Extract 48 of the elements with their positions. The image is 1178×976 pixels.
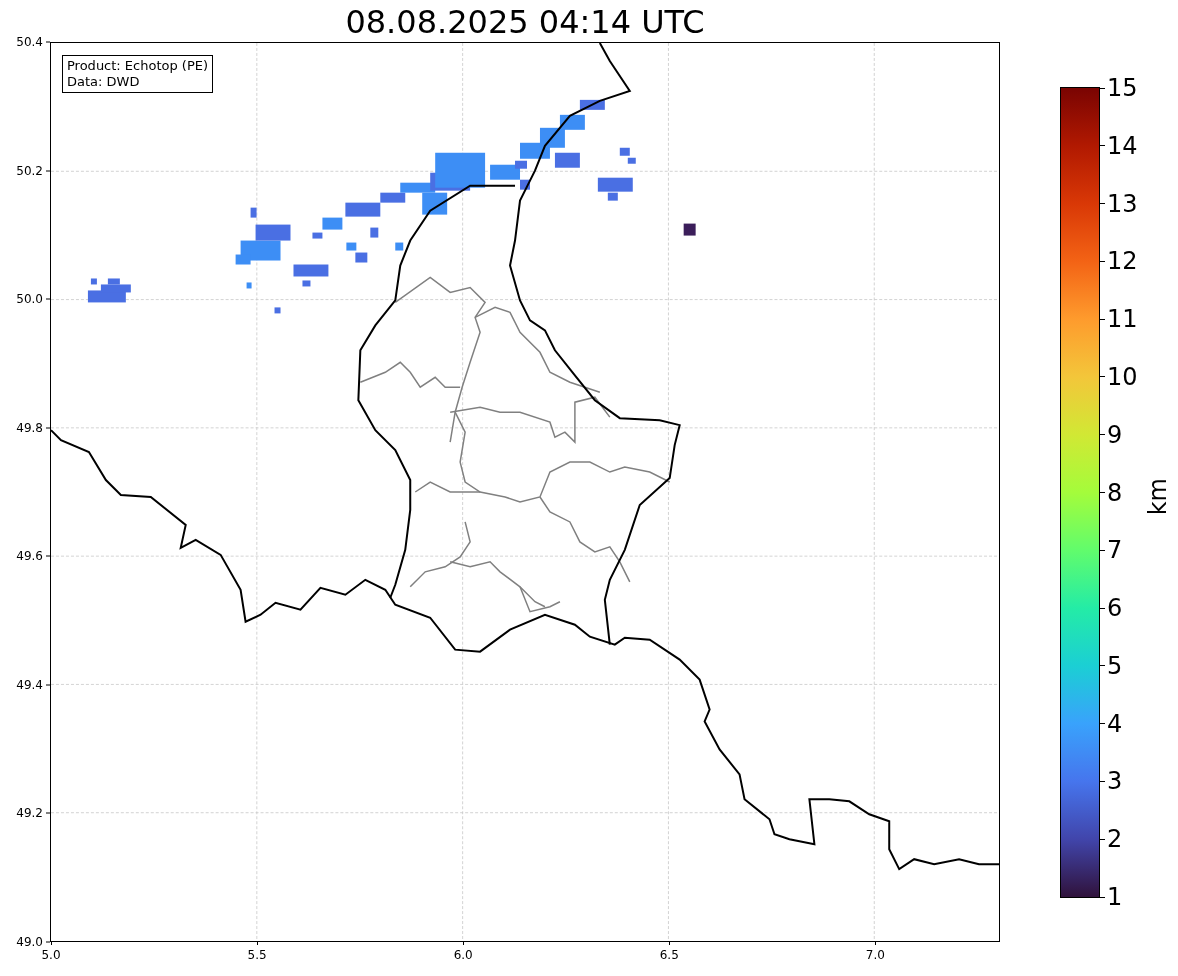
colorbar-tick-mark [1100, 780, 1105, 782]
colorbar-tick-mark [1100, 318, 1105, 320]
colorbar-tick-label: 10 [1107, 363, 1138, 390]
colorbar-tick-mark [1100, 896, 1105, 898]
colorbar-tick-label: 15 [1107, 75, 1138, 101]
colorbar-tick-label: 13 [1107, 190, 1138, 217]
y-tick-label: 50.2 [16, 163, 43, 178]
legend-text: Product: Echotop (PE) [67, 58, 209, 74]
colorbar-tick-mark [1100, 434, 1105, 436]
colorbar-tick-label: 5 [1107, 652, 1123, 679]
y-tick-label: 49.8 [16, 420, 43, 435]
radar-echo-pixel [683, 223, 696, 236]
colorbar-tick-label: 1 [1107, 884, 1123, 910]
colorbar-tick-mark [1100, 549, 1105, 551]
colorbar-tick-mark [1100, 723, 1105, 725]
colorbar-tick-label: 14 [1107, 132, 1138, 159]
colorbar-tick-label: 12 [1107, 248, 1138, 275]
y-tick-label: 50.4 [16, 35, 43, 49]
colorbar-tick-label: 8 [1107, 479, 1123, 506]
colorbar-tick-mark [1100, 838, 1105, 840]
x-tick-label: 5.5 [247, 948, 267, 962]
y-tick-label: 49.6 [16, 549, 43, 564]
colorbar-tick-mark [1100, 607, 1105, 609]
chart-title: 08.08.2025 04:14 UTC [345, 2, 705, 42]
colorbar-tick-mark [1100, 87, 1105, 89]
colorbar-tick-label: 6 [1107, 595, 1123, 622]
colorbar-tick-mark [1100, 260, 1105, 262]
y-tick-label: 49.2 [16, 806, 43, 821]
colorbar-tick-label: 11 [1107, 306, 1138, 333]
x-tick-label: 7.0 [865, 948, 885, 962]
y-tick-label: 50.0 [16, 292, 43, 307]
colorbar-tick-mark [1100, 145, 1105, 147]
x-tick-label: 6.0 [453, 948, 473, 962]
colorbar-tick-mark [1100, 665, 1105, 667]
x-tick-label: 6.5 [659, 948, 679, 962]
colorbar-tick-mark [1100, 203, 1105, 205]
legend-text: Data: DWD [67, 74, 141, 90]
colorbar-tick-label: 7 [1107, 537, 1123, 564]
colorbar-label: km [1144, 478, 1172, 516]
colorbar-tick-label: 3 [1107, 768, 1123, 795]
colorbar-tick-label: 2 [1107, 826, 1123, 853]
y-tick-label: 49.0 [16, 935, 43, 949]
colorbar-tick-label: 4 [1107, 710, 1123, 737]
colorbar-tick-mark [1100, 376, 1105, 378]
colorbar-tick-mark [1100, 492, 1105, 493]
y-tick-label: 49.4 [16, 677, 43, 692]
colorbar-tick-label: 9 [1107, 421, 1123, 448]
x-tick-label: 5.0 [41, 948, 61, 962]
